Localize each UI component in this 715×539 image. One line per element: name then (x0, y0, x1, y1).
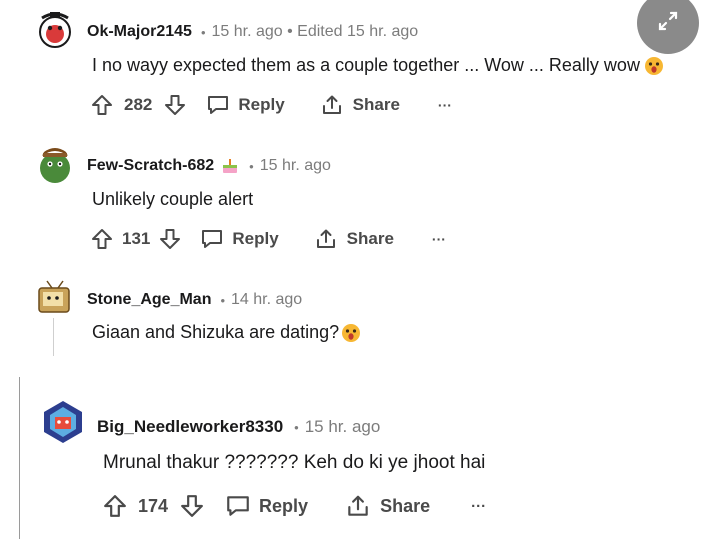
timestamp: 15 hr. ago (259, 157, 331, 174)
comment-body: I no wayy expected them as a couple toge… (92, 55, 664, 76)
avatar[interactable] (34, 276, 76, 318)
upvote-button[interactable] (91, 228, 113, 250)
username[interactable]: Ok-Major2145 (87, 23, 192, 41)
username[interactable]: Few-Scratch-682 (87, 157, 214, 175)
cake-flair-icon (220, 157, 240, 175)
comment-text: Mrunal thakur ??????? Keh do ki ye jhoot… (103, 452, 486, 473)
comment-text: Unlikely couple alert (92, 189, 254, 209)
vote-count: 282 (124, 95, 153, 114)
timestamp: 15 hr. ago (304, 417, 381, 436)
comment-actions: 131 Reply Share ··· (91, 228, 446, 250)
share-label: Share (352, 95, 400, 114)
more-options-button[interactable]: ··· (432, 231, 446, 247)
share-button[interactable]: Share (314, 228, 394, 250)
comment-meta: Stone_Age_Man • 14 hr. ago (87, 291, 302, 309)
share-upload-icon (320, 94, 344, 116)
reply-button[interactable]: Reply (206, 94, 285, 116)
upvote-button[interactable] (103, 494, 127, 518)
vote-count: 174 (138, 495, 169, 516)
comment-meta: Big_Needleworker8330 • 15 hr. ago (97, 417, 380, 437)
downvote-arrow-icon (180, 494, 204, 518)
speech-bubble-icon (200, 228, 224, 250)
vote-count: 131 (122, 229, 151, 248)
comment-text: I no wayy expected them as a couple toge… (92, 55, 640, 75)
reply-button[interactable]: Reply (225, 494, 308, 518)
reply-label: Reply (259, 495, 309, 516)
share-upload-icon (314, 228, 338, 250)
avatar[interactable] (34, 142, 76, 184)
downvote-arrow-icon (164, 94, 186, 116)
comment-big-needleworker8330: Big_Needleworker8330 • 15 hr. ago Mrunal… (0, 392, 715, 539)
upvote-button[interactable] (91, 94, 113, 116)
share-button[interactable]: Share (345, 494, 430, 518)
speech-bubble-icon (225, 494, 251, 518)
reply-label: Reply (232, 229, 279, 248)
separator-dot: • (220, 292, 226, 308)
reply-button[interactable]: Reply (200, 228, 279, 250)
comment-body: Giaan and Shizuka are dating? (92, 322, 361, 343)
downvote-button[interactable] (180, 494, 204, 518)
surprised-face-emoji (644, 56, 664, 76)
separator-dot: • (200, 24, 206, 40)
separator-dot: • (249, 158, 254, 174)
more-options-button[interactable]: ··· (438, 97, 452, 113)
comment-meta: Ok-Major2145 • 15 hr. ago • Edited 15 hr… (87, 23, 418, 41)
speech-bubble-icon (206, 94, 230, 116)
downvote-arrow-icon (159, 228, 181, 250)
avatar[interactable] (34, 8, 76, 50)
comment-ok-major2145: Ok-Major2145 • 15 hr. ago • Edited 15 hr… (0, 0, 715, 130)
comment-actions: 282 Reply Share ··· (91, 94, 452, 116)
upvote-arrow-icon (91, 94, 113, 116)
comment-text: Giaan and Shizuka are dating? (92, 322, 340, 342)
separator-dot: • (294, 419, 299, 435)
comment-actions: 174 Reply Share ··· (103, 494, 486, 518)
username[interactable]: Big_Needleworker8330 (97, 417, 283, 437)
reply-label: Reply (238, 95, 285, 114)
downvote-button[interactable] (164, 94, 186, 116)
avatar[interactable] (40, 398, 86, 444)
upvote-arrow-icon (103, 494, 127, 518)
share-label: Share (380, 495, 431, 516)
comment-meta: Few-Scratch-682 • 15 hr. ago (87, 157, 331, 175)
more-options-button[interactable]: ··· (471, 498, 486, 515)
comment-stone-age-man: Stone_Age_Man • 14 hr. ago Giaan and Shi… (0, 272, 715, 362)
comment-few-scratch-682: Few-Scratch-682 • 15 hr. ago Unlikely co… (0, 138, 715, 268)
share-button[interactable]: Share (320, 94, 400, 116)
upvote-arrow-icon (91, 228, 113, 250)
surprised-face-emoji (341, 323, 361, 343)
share-upload-icon (345, 494, 371, 518)
downvote-button[interactable] (159, 228, 181, 250)
timestamp: 14 hr. ago (231, 291, 303, 308)
timestamp: 15 hr. ago • Edited 15 hr. ago (211, 23, 419, 40)
thread-line[interactable] (53, 318, 54, 356)
share-label: Share (346, 229, 394, 248)
comment-body: Mrunal thakur ??????? Keh do ki ye jhoot… (103, 452, 485, 474)
comment-body: Unlikely couple alert (92, 189, 253, 210)
username[interactable]: Stone_Age_Man (87, 291, 211, 309)
